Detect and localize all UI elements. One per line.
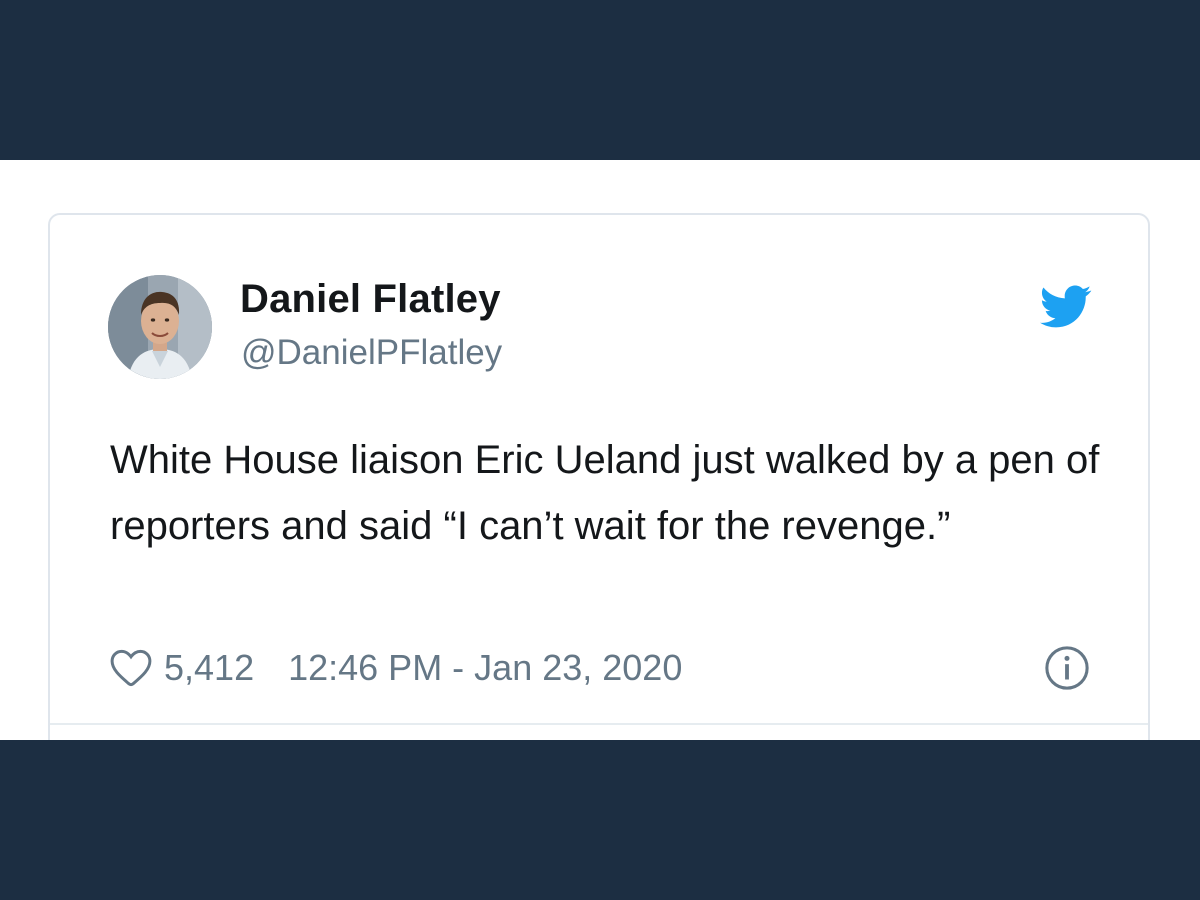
profile-photo xyxy=(108,275,212,379)
info-icon[interactable] xyxy=(1044,645,1090,691)
tweet-meta-row: 5,412 12:46 PM - Jan 23, 2020 xyxy=(110,643,682,693)
heart-icon[interactable] xyxy=(110,648,152,688)
top-letterbox-band xyxy=(0,0,1200,160)
display-name[interactable]: Daniel Flatley xyxy=(240,277,501,322)
tweet-timestamp[interactable]: 12:46 PM - Jan 23, 2020 xyxy=(288,647,682,689)
twitter-bird-icon[interactable] xyxy=(1040,285,1092,329)
screenshot-content: Daniel Flatley @DanielPFlatley White Hou… xyxy=(0,160,1200,740)
tweet-card: Daniel Flatley @DanielPFlatley White Hou… xyxy=(48,213,1150,740)
user-handle[interactable]: @DanielPFlatley xyxy=(241,333,502,373)
card-divider xyxy=(50,723,1148,725)
like-count[interactable]: 5,412 xyxy=(164,647,254,689)
tweet-text: White House liaison Eric Ueland just wal… xyxy=(110,438,1100,548)
avatar[interactable] xyxy=(108,275,212,379)
bottom-letterbox-band xyxy=(0,740,1200,900)
